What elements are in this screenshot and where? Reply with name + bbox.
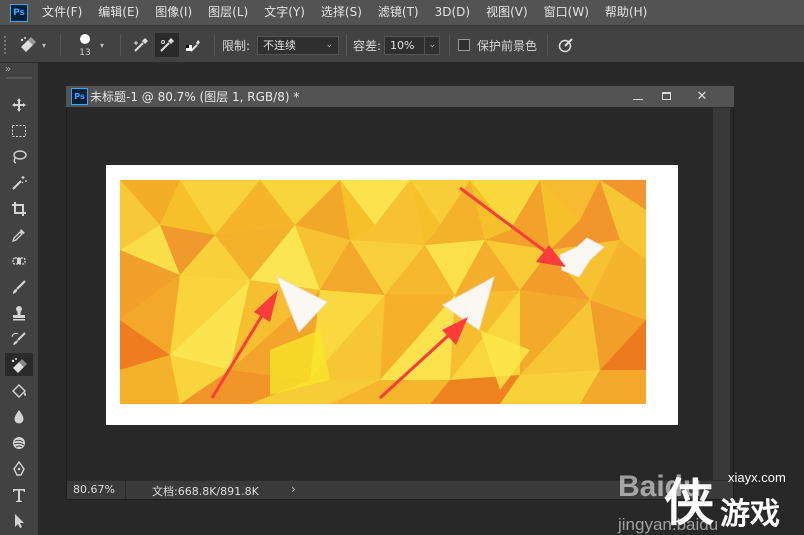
move-tool[interactable] xyxy=(5,93,33,116)
panel-grip xyxy=(6,77,32,79)
chevron-down-icon: ▾ xyxy=(42,40,47,50)
watermark-logo: Baidu jingyan.baidu xiayx.com 侠 游戏 xyxy=(617,470,786,534)
menu-3d[interactable]: 3D(D) xyxy=(427,0,478,25)
document-title: 未标题-1 @ 80.7% (图层 1, RGB/8) * xyxy=(90,90,300,104)
maximize-icon xyxy=(661,92,671,100)
tool-preset-picker[interactable]: ▾ xyxy=(18,26,50,64)
pressure-size-button[interactable] xyxy=(556,26,576,64)
limit-label: 限制: xyxy=(222,38,251,53)
brush-tip-icon xyxy=(80,34,90,44)
options-bar: ▾ 13 ▾ 限制: 不连续 ⌄ 容差: 10% ⌄ 保护前景色 xyxy=(0,25,804,63)
lasso-icon xyxy=(13,149,27,164)
marquee-icon xyxy=(12,124,26,137)
sampling-background-icon xyxy=(186,40,200,52)
marquee-tool[interactable] xyxy=(5,119,33,142)
watermark-game: 游戏 xyxy=(720,497,780,532)
eyedropper-icon xyxy=(11,228,25,242)
type-icon xyxy=(13,488,25,502)
menu-layer[interactable]: 图层(L) xyxy=(200,0,256,25)
menu-image[interactable]: 图像(I) xyxy=(147,0,200,25)
sampling-continuous-icon xyxy=(134,38,148,52)
vertical-scrollbar[interactable] xyxy=(712,108,730,480)
chevron-down-icon: ⌄ xyxy=(424,37,436,54)
healing-brush-tool[interactable] xyxy=(5,249,33,272)
path-selection-tool[interactable] xyxy=(5,509,33,532)
brush-icon xyxy=(13,279,26,294)
blur-icon xyxy=(14,409,24,423)
options-grip xyxy=(4,26,12,64)
tolerance-value: 10% xyxy=(390,39,415,52)
blur-tool[interactable] xyxy=(5,405,33,428)
chevron-down-icon: ⌄ xyxy=(325,40,333,50)
paint-bucket-icon xyxy=(12,383,26,398)
menu-bar: Ps 文件(F) 编辑(E) 图像(I) 图层(L) 文字(Y) 选择(S) 滤… xyxy=(0,0,804,25)
limit-dropdown[interactable]: 不连续 ⌄ xyxy=(257,36,339,55)
history-brush-icon xyxy=(11,331,26,345)
tolerance-label: 容差: xyxy=(353,38,382,53)
photoshop-logo: Ps xyxy=(10,3,28,22)
clone-stamp-icon xyxy=(13,305,25,320)
history-brush-tool[interactable] xyxy=(5,327,33,350)
menu-help[interactable]: 帮助(H) xyxy=(597,0,655,25)
protect-foreground-label: 保护前景色 xyxy=(477,38,538,53)
minimize-icon xyxy=(633,98,643,100)
maximize-button[interactable] xyxy=(655,87,677,105)
menu-file[interactable]: 文件(F) xyxy=(34,0,90,25)
dodge-icon xyxy=(13,436,25,449)
sampling-background-swatch-button[interactable] xyxy=(181,26,205,64)
magic-wand-tool[interactable] xyxy=(5,171,33,194)
brush-tool[interactable] xyxy=(5,275,33,298)
path-select-icon xyxy=(15,513,24,528)
crop-tool[interactable] xyxy=(5,197,33,220)
protect-foreground-option[interactable]: 保护前景色 xyxy=(458,26,537,64)
menu-type[interactable]: 文字(Y) xyxy=(256,0,313,25)
limit-value: 不连续 xyxy=(263,39,296,52)
sampling-continuous-button[interactable] xyxy=(129,26,153,64)
close-icon: ✕ xyxy=(696,88,708,104)
pen-icon xyxy=(13,460,25,476)
magic-wand-icon xyxy=(12,175,27,190)
brush-size-picker[interactable]: 13 ▾ xyxy=(74,26,112,64)
menu-window[interactable]: 窗口(W) xyxy=(536,0,597,25)
menu-filter[interactable]: 滤镜(T) xyxy=(370,0,427,25)
collapse-panel-icon[interactable]: » xyxy=(5,64,11,75)
sampling-once-icon xyxy=(160,38,174,52)
menu-view[interactable]: 视图(V) xyxy=(478,0,536,25)
crop-icon xyxy=(12,201,26,216)
protect-foreground-checkbox[interactable] xyxy=(458,39,470,51)
low-poly-yellow-image xyxy=(120,180,646,404)
menu-select[interactable]: 选择(S) xyxy=(313,0,370,25)
document-ps-icon: Ps xyxy=(71,88,88,105)
clone-stamp-tool[interactable] xyxy=(5,301,33,324)
paint-bucket-tool[interactable] xyxy=(5,379,33,402)
healing-brush-icon xyxy=(12,256,26,265)
move-icon xyxy=(12,97,26,112)
background-eraser-preset-icon xyxy=(18,35,40,56)
tolerance-field[interactable]: 10% ⌄ xyxy=(384,36,440,55)
pen-tool[interactable] xyxy=(5,457,33,480)
watermark-site: xiayx.com xyxy=(728,470,786,485)
lasso-tool[interactable] xyxy=(5,145,33,168)
background-eraser-tool[interactable] xyxy=(5,353,33,376)
background-eraser-icon xyxy=(11,357,27,373)
brush-size-value: 13 xyxy=(79,48,91,58)
pressure-size-icon xyxy=(558,38,573,53)
dodge-tool[interactable] xyxy=(5,431,33,454)
chevron-down-icon: ▾ xyxy=(100,40,105,50)
eyedropper-tool[interactable] xyxy=(5,223,33,246)
menu-edit[interactable]: 编辑(E) xyxy=(90,0,147,25)
document-size: 文档:668.8K/891.8K xyxy=(152,485,259,498)
zoom-level[interactable]: 80.67% xyxy=(73,483,115,496)
minimize-button[interactable] xyxy=(627,87,649,105)
sampling-once-button[interactable] xyxy=(155,33,179,57)
type-tool[interactable] xyxy=(5,483,33,506)
status-menu-arrow[interactable]: › xyxy=(291,482,296,496)
close-button[interactable]: ✕ xyxy=(691,87,713,105)
tools-panel: » xyxy=(0,63,39,535)
watermark-char: 侠 xyxy=(664,474,714,532)
